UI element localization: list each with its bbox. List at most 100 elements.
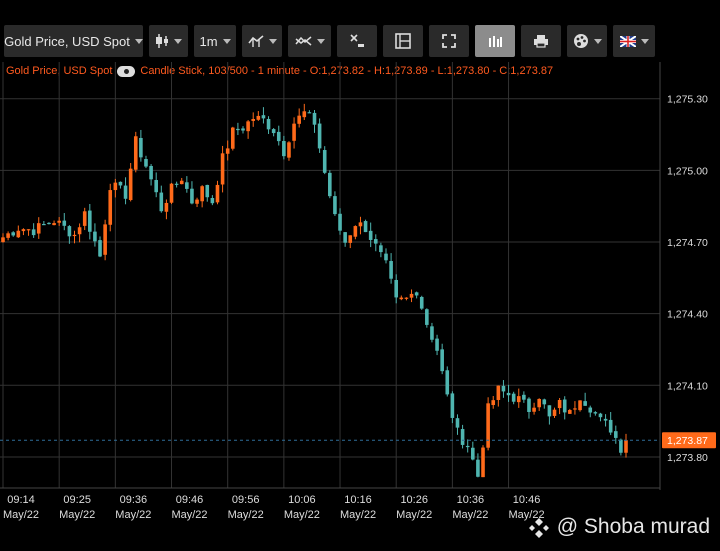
chevron-down-icon xyxy=(174,38,182,44)
chart-toolbar: Gold Price, USD Spot 1m xyxy=(0,22,720,60)
compare-icon xyxy=(294,36,311,46)
symbol-selector[interactable]: Gold Price, USD Spot xyxy=(4,25,143,57)
candle-body xyxy=(501,385,506,392)
candle-body xyxy=(384,253,388,261)
candle-body xyxy=(215,184,220,203)
interval-label: 1m xyxy=(199,33,218,49)
language-button[interactable] xyxy=(613,25,655,57)
candle-body xyxy=(210,198,215,204)
candle-body xyxy=(379,245,383,253)
candle-body xyxy=(516,396,521,403)
candle-body xyxy=(230,127,235,149)
candle-body xyxy=(164,202,169,212)
layout-icon xyxy=(395,33,411,49)
x-tick-time: 10:26 xyxy=(400,494,428,506)
layout-button[interactable] xyxy=(383,25,423,57)
chevron-down-icon xyxy=(134,38,143,44)
watermark: @ Shoba murad xyxy=(527,515,710,539)
interval-selector[interactable]: 1m xyxy=(194,25,236,57)
candle-body xyxy=(287,142,291,158)
candle-body xyxy=(82,211,87,226)
candle-body xyxy=(394,279,399,298)
volume-bars-button[interactable] xyxy=(475,25,515,57)
candle-body xyxy=(123,185,128,199)
candle-body xyxy=(481,447,485,478)
x-tick-date: May/22 xyxy=(59,509,95,521)
candle-body xyxy=(195,199,199,204)
candle-body xyxy=(522,394,526,400)
x-tick-time: 09:56 xyxy=(232,494,260,506)
candle-body xyxy=(205,184,210,198)
indicators-button[interactable] xyxy=(242,25,282,57)
candle-body xyxy=(542,399,547,405)
chevron-down-icon xyxy=(593,38,602,44)
x-tick-time: 09:46 xyxy=(176,494,204,506)
y-tick-label: 1,274.40 xyxy=(667,309,708,321)
compare-button[interactable] xyxy=(288,25,331,57)
candle-body xyxy=(67,226,72,237)
candle-body xyxy=(307,112,312,114)
candle-body xyxy=(593,412,598,414)
candle-body xyxy=(312,112,317,125)
candle-body xyxy=(619,439,623,453)
clear-drawings-button[interactable] xyxy=(337,25,377,57)
candle-body xyxy=(88,210,92,232)
candle-body xyxy=(348,235,353,243)
candle-body xyxy=(42,223,46,226)
x-tick-date: May/22 xyxy=(340,509,376,521)
candle-body xyxy=(62,220,67,226)
candle-body xyxy=(414,292,419,296)
candle-body xyxy=(133,136,138,170)
chart-type-button[interactable] xyxy=(149,25,188,57)
candle-body xyxy=(455,418,460,428)
x-tick-time: 10:16 xyxy=(344,494,372,506)
candle-body xyxy=(552,409,557,416)
print-button[interactable] xyxy=(521,25,561,57)
candle-body xyxy=(179,180,184,185)
candle-body xyxy=(57,220,61,223)
candle-body xyxy=(368,230,373,240)
candle-body xyxy=(333,196,337,215)
theme-button[interactable] xyxy=(567,25,607,57)
fullscreen-button[interactable] xyxy=(429,25,469,57)
candle-body xyxy=(460,429,465,445)
y-tick-label: 1,274.10 xyxy=(667,380,708,392)
candle-body xyxy=(568,410,572,414)
candle-body xyxy=(578,400,582,411)
candle-body xyxy=(185,182,189,189)
candle-body xyxy=(547,405,552,417)
candle-body xyxy=(36,223,41,234)
candlestick-icon xyxy=(156,34,168,48)
uk-flag-icon xyxy=(619,35,636,47)
palette-icon xyxy=(573,34,588,48)
x-tick-date: May/22 xyxy=(284,509,320,521)
candle-body xyxy=(317,123,322,149)
candle-body xyxy=(108,190,113,225)
candle-body xyxy=(511,393,516,402)
candle-body xyxy=(445,370,450,395)
candle-body xyxy=(144,159,148,167)
candle-body xyxy=(190,188,194,204)
candle-body xyxy=(343,232,347,243)
clear-drawings-icon xyxy=(350,34,364,47)
candle-body xyxy=(603,418,608,421)
candle-body xyxy=(338,213,342,231)
candle-body xyxy=(491,400,496,406)
candle-body xyxy=(72,234,77,237)
candle-body xyxy=(149,165,153,180)
candle-body xyxy=(506,392,511,396)
candle-body xyxy=(236,128,240,131)
candle-body xyxy=(358,222,363,227)
candle-body xyxy=(266,118,271,130)
candle-body xyxy=(537,398,541,408)
chevron-down-icon xyxy=(640,38,649,44)
x-tick-date: May/22 xyxy=(228,509,264,521)
y-tick-label: 1,275.30 xyxy=(667,94,708,106)
candle-body xyxy=(624,440,628,453)
candle-body xyxy=(496,385,501,400)
candle-body xyxy=(363,221,368,233)
candle-body xyxy=(608,419,613,433)
candle-body xyxy=(419,296,424,309)
x-tick-date: May/22 xyxy=(396,509,432,521)
y-tick-label: 1,274.70 xyxy=(667,237,708,249)
